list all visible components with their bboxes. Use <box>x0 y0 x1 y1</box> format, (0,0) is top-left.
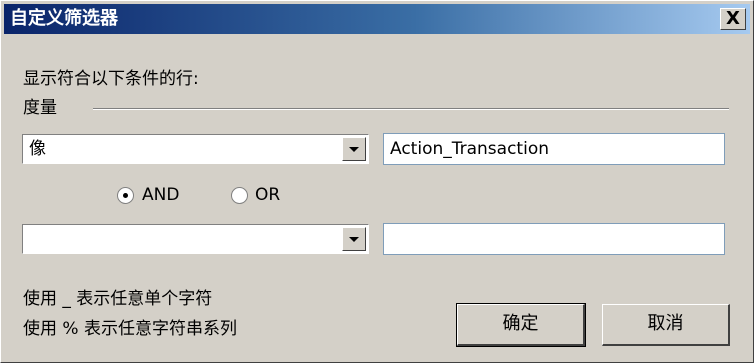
or-label[interactable]: OR <box>255 185 280 205</box>
value-input-1-text: Action_Transaction <box>390 139 549 159</box>
ok-button[interactable]: 确定 <box>456 303 586 347</box>
operator-select-1-value: 像 <box>29 139 46 159</box>
dropdown-arrow-icon[interactable] <box>342 227 366 251</box>
hint-single-char: 使用 _ 表示任意单个字符 <box>23 289 213 309</box>
and-radio[interactable] <box>117 187 134 204</box>
operator-select-1[interactable]: 像 <box>22 134 369 164</box>
value-input-2[interactable] <box>383 223 725 255</box>
title-bar[interactable]: 自定义筛选器 X <box>4 4 750 34</box>
hint-multi-char: 使用 % 表示任意字符串系列 <box>23 319 237 339</box>
dropdown-arrow-icon[interactable] <box>342 137 366 161</box>
group-label-measure: 度量 <box>23 98 57 118</box>
value-input-1[interactable]: Action_Transaction <box>383 133 725 165</box>
close-button[interactable]: X <box>720 8 746 30</box>
group-divider <box>93 108 729 110</box>
close-icon: X <box>726 8 740 29</box>
custom-filter-dialog: 自定义筛选器 X 显示符合以下条件的行: 度量 像 Action_Transac… <box>0 0 754 363</box>
operator-select-2[interactable] <box>22 224 369 254</box>
instructions-label: 显示符合以下条件的行: <box>23 69 199 89</box>
dialog-title: 自定义筛选器 <box>10 8 118 29</box>
or-radio[interactable] <box>231 187 248 204</box>
cancel-button[interactable]: 取消 <box>602 304 730 346</box>
and-label[interactable]: AND <box>142 185 179 205</box>
